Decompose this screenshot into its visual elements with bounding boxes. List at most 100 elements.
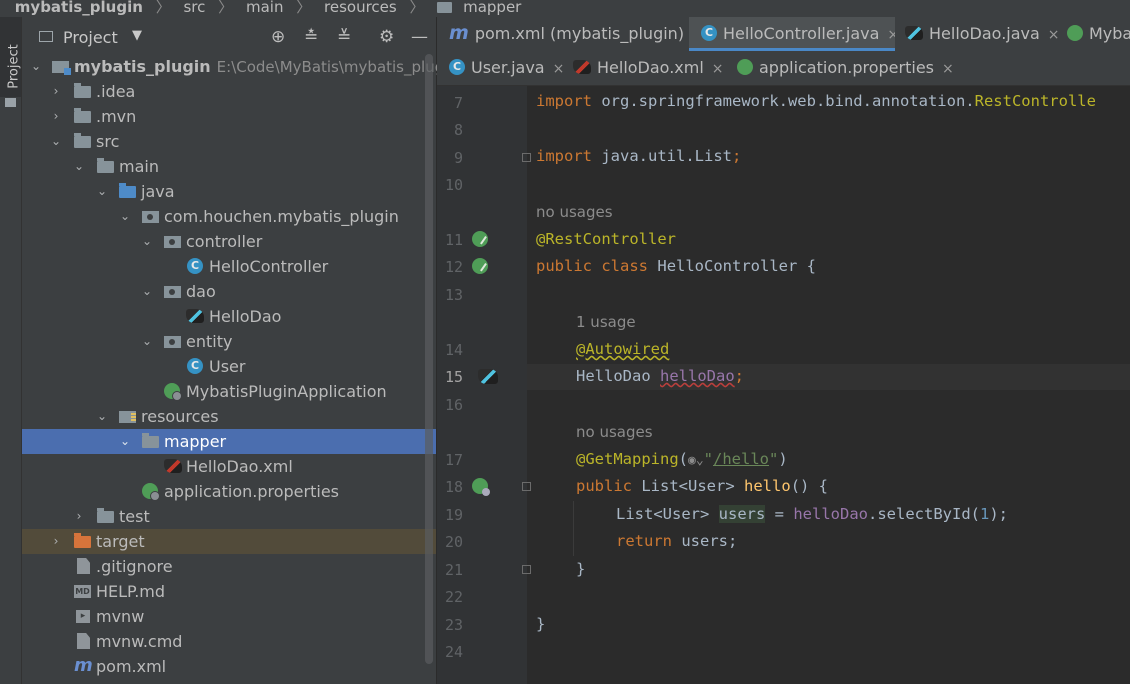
- view-dropdown-icon[interactable]: ▼: [132, 28, 142, 43]
- editor-tab-row: C User.java × HelloDao.xml × application.pr…: [437, 51, 1130, 86]
- tree-row[interactable]: › test: [22, 504, 436, 529]
- tree-row[interactable]: ⌄ src: [22, 129, 436, 154]
- expand-all-icon[interactable]: ≛: [304, 27, 318, 47]
- tree-row[interactable]: ⌄ java: [22, 179, 436, 204]
- tree-row[interactable]: ▸ mvnw: [22, 604, 436, 629]
- tree-row[interactable]: MybatisPluginApplication: [22, 379, 436, 404]
- brace: }: [576, 560, 586, 578]
- chevron-down-icon[interactable]: ⌄: [140, 279, 154, 304]
- close-icon[interactable]: ×: [1048, 27, 1059, 43]
- file-icon: [77, 633, 90, 649]
- chevron-down-icon[interactable]: ⌄: [72, 154, 86, 179]
- project-panel-title[interactable]: Project: [63, 28, 118, 47]
- chevron-down-icon[interactable]: ⌄: [118, 429, 132, 454]
- tree-row[interactable]: ⌄ resources: [22, 404, 436, 429]
- tab-hello-controller[interactable]: C HelloController.java ×: [689, 17, 895, 51]
- tree-row[interactable]: C HelloController: [22, 254, 436, 279]
- tree-row[interactable]: MD HELP.md: [22, 579, 436, 604]
- editor-tab-row: m pom.xml (mybatis_plugin) × C HelloControl…: [437, 17, 1130, 51]
- tree-row[interactable]: mvnw.cmd: [22, 629, 436, 654]
- chevron-down-icon[interactable]: ⌄: [29, 54, 43, 79]
- code-area[interactable]: import org.springframework.web.bind.anno…: [527, 86, 1130, 684]
- line-number: 7: [453, 94, 463, 112]
- tree-row[interactable]: ⌄ entity: [22, 329, 436, 354]
- tree-label: resources: [141, 407, 219, 426]
- tree-row[interactable]: ⌄ controller: [22, 229, 436, 254]
- gear-icon[interactable]: ⚙: [379, 27, 394, 47]
- tree-label: .mvn: [96, 107, 137, 126]
- breadcrumb-item[interactable]: main: [246, 0, 283, 15]
- select-opened-file-icon[interactable]: ⊕: [271, 27, 285, 47]
- chevron-right-icon[interactable]: ›: [49, 79, 63, 104]
- tree-row[interactable]: C User: [22, 354, 436, 379]
- keyword: class: [601, 257, 649, 275]
- tree-row[interactable]: › target: [22, 529, 436, 554]
- line-number: 13: [444, 286, 463, 304]
- tree-row[interactable]: › .mvn: [22, 104, 436, 129]
- hide-icon[interactable]: —: [411, 27, 428, 47]
- tree-row[interactable]: .gitignore: [22, 554, 436, 579]
- chevron-right-icon[interactable]: ›: [72, 504, 86, 529]
- tree-label: mybatis_plugin E:\Code\MyBatis\mybatis_pl…: [74, 54, 463, 80]
- spring-bean-gutter-icon[interactable]: [472, 258, 488, 274]
- brace: }: [536, 615, 546, 633]
- tree-row[interactable]: HelloDao.xml: [22, 454, 436, 479]
- tree-row[interactable]: › .idea: [22, 79, 436, 104]
- usages-hint[interactable]: no usages: [536, 203, 613, 221]
- collapse-all-icon[interactable]: ≚: [337, 27, 351, 47]
- endpoint-gutter-icon[interactable]: [472, 478, 490, 496]
- chevron-down-icon[interactable]: ⌄: [49, 129, 63, 154]
- tree-scrollbar[interactable]: [425, 54, 433, 664]
- usages-hint[interactable]: no usages: [576, 423, 653, 441]
- editor-gutter[interactable]: 7 8 9 10 11 12 13 14 15 16 17 18 19 20 2…: [437, 86, 531, 684]
- spring-bean-gutter-icon[interactable]: [472, 231, 488, 247]
- tab-hello-dao-xml[interactable]: HelloDao.xml ×: [563, 51, 729, 85]
- tree-label: MybatisPluginApplication: [186, 382, 387, 401]
- tree-label: target: [96, 532, 145, 551]
- keyword: public: [576, 477, 632, 495]
- tree-row[interactable]: ⌄ com.houchen.mybatis_plugin: [22, 204, 436, 229]
- maven-icon: m: [449, 22, 469, 44]
- chevron-down-icon[interactable]: ⌄: [140, 329, 154, 354]
- tab-mybatis-app[interactable]: Myba: [1059, 17, 1130, 51]
- project-panel: Project ▼ ⊕ ≛ ≚ ⚙ — ⌄ mybatis_plugin E:\C…: [22, 17, 463, 684]
- close-icon[interactable]: ×: [553, 61, 563, 77]
- tab-user-java[interactable]: C User.java ×: [437, 51, 563, 85]
- tab-hello-dao-java[interactable]: HelloDao.java ×: [895, 17, 1059, 51]
- breadcrumb-item[interactable]: resources: [324, 0, 397, 15]
- chevron-down-icon[interactable]: ⌄: [118, 204, 132, 229]
- project-tool-window-tab[interactable]: Project: [0, 17, 22, 107]
- breadcrumb-item[interactable]: src: [183, 0, 205, 15]
- url-path[interactable]: /hello: [713, 450, 769, 468]
- tree-row[interactable]: ⌄ mybatis_plugin E:\Code\MyBatis\mybatis_…: [22, 54, 463, 79]
- breadcrumb-item[interactable]: mybatis_plugin: [15, 0, 143, 15]
- tree-row[interactable]: application.properties: [22, 479, 436, 504]
- tree-label: HelloDao: [209, 307, 282, 326]
- web-globe-icon[interactable]: ◉⌄: [688, 453, 704, 468]
- tree-row[interactable]: ⌄ main: [22, 154, 436, 179]
- chevron-down-icon[interactable]: ⌄: [95, 179, 109, 204]
- return-value: users;: [681, 532, 738, 550]
- breadcrumb-item[interactable]: mapper: [463, 0, 521, 15]
- usages-hint[interactable]: 1 usage: [576, 313, 636, 331]
- chevron-right-icon[interactable]: ›: [49, 529, 63, 554]
- tab-pom-xml[interactable]: mpom.xml (mybatis_plugin)×: [437, 17, 689, 51]
- close-icon[interactable]: ×: [887, 27, 895, 43]
- mybatis-icon: [186, 309, 204, 323]
- tree-row[interactable]: HelloDao: [22, 304, 436, 329]
- close-icon[interactable]: ×: [712, 61, 724, 77]
- tree-row[interactable]: ⌄ dao: [22, 279, 436, 304]
- code-line-12: public class HelloController {: [536, 257, 816, 275]
- tree-row[interactable]: m pom.xml: [22, 654, 436, 679]
- chevron-right-icon[interactable]: ›: [49, 104, 63, 129]
- keyword: import: [536, 92, 592, 110]
- tree-row-selected[interactable]: ⌄ mapper: [22, 429, 436, 454]
- chevron-down-icon[interactable]: ⌄: [95, 404, 109, 429]
- close-icon[interactable]: ×: [942, 61, 954, 77]
- package-icon: [164, 236, 181, 248]
- folder-icon: [74, 133, 91, 148]
- chevron-down-icon[interactable]: ⌄: [140, 229, 154, 254]
- tab-application-properties[interactable]: application.properties ×: [729, 51, 959, 85]
- semicolon: ;: [734, 367, 744, 385]
- mybatis-gutter-icon[interactable]: [478, 369, 498, 384]
